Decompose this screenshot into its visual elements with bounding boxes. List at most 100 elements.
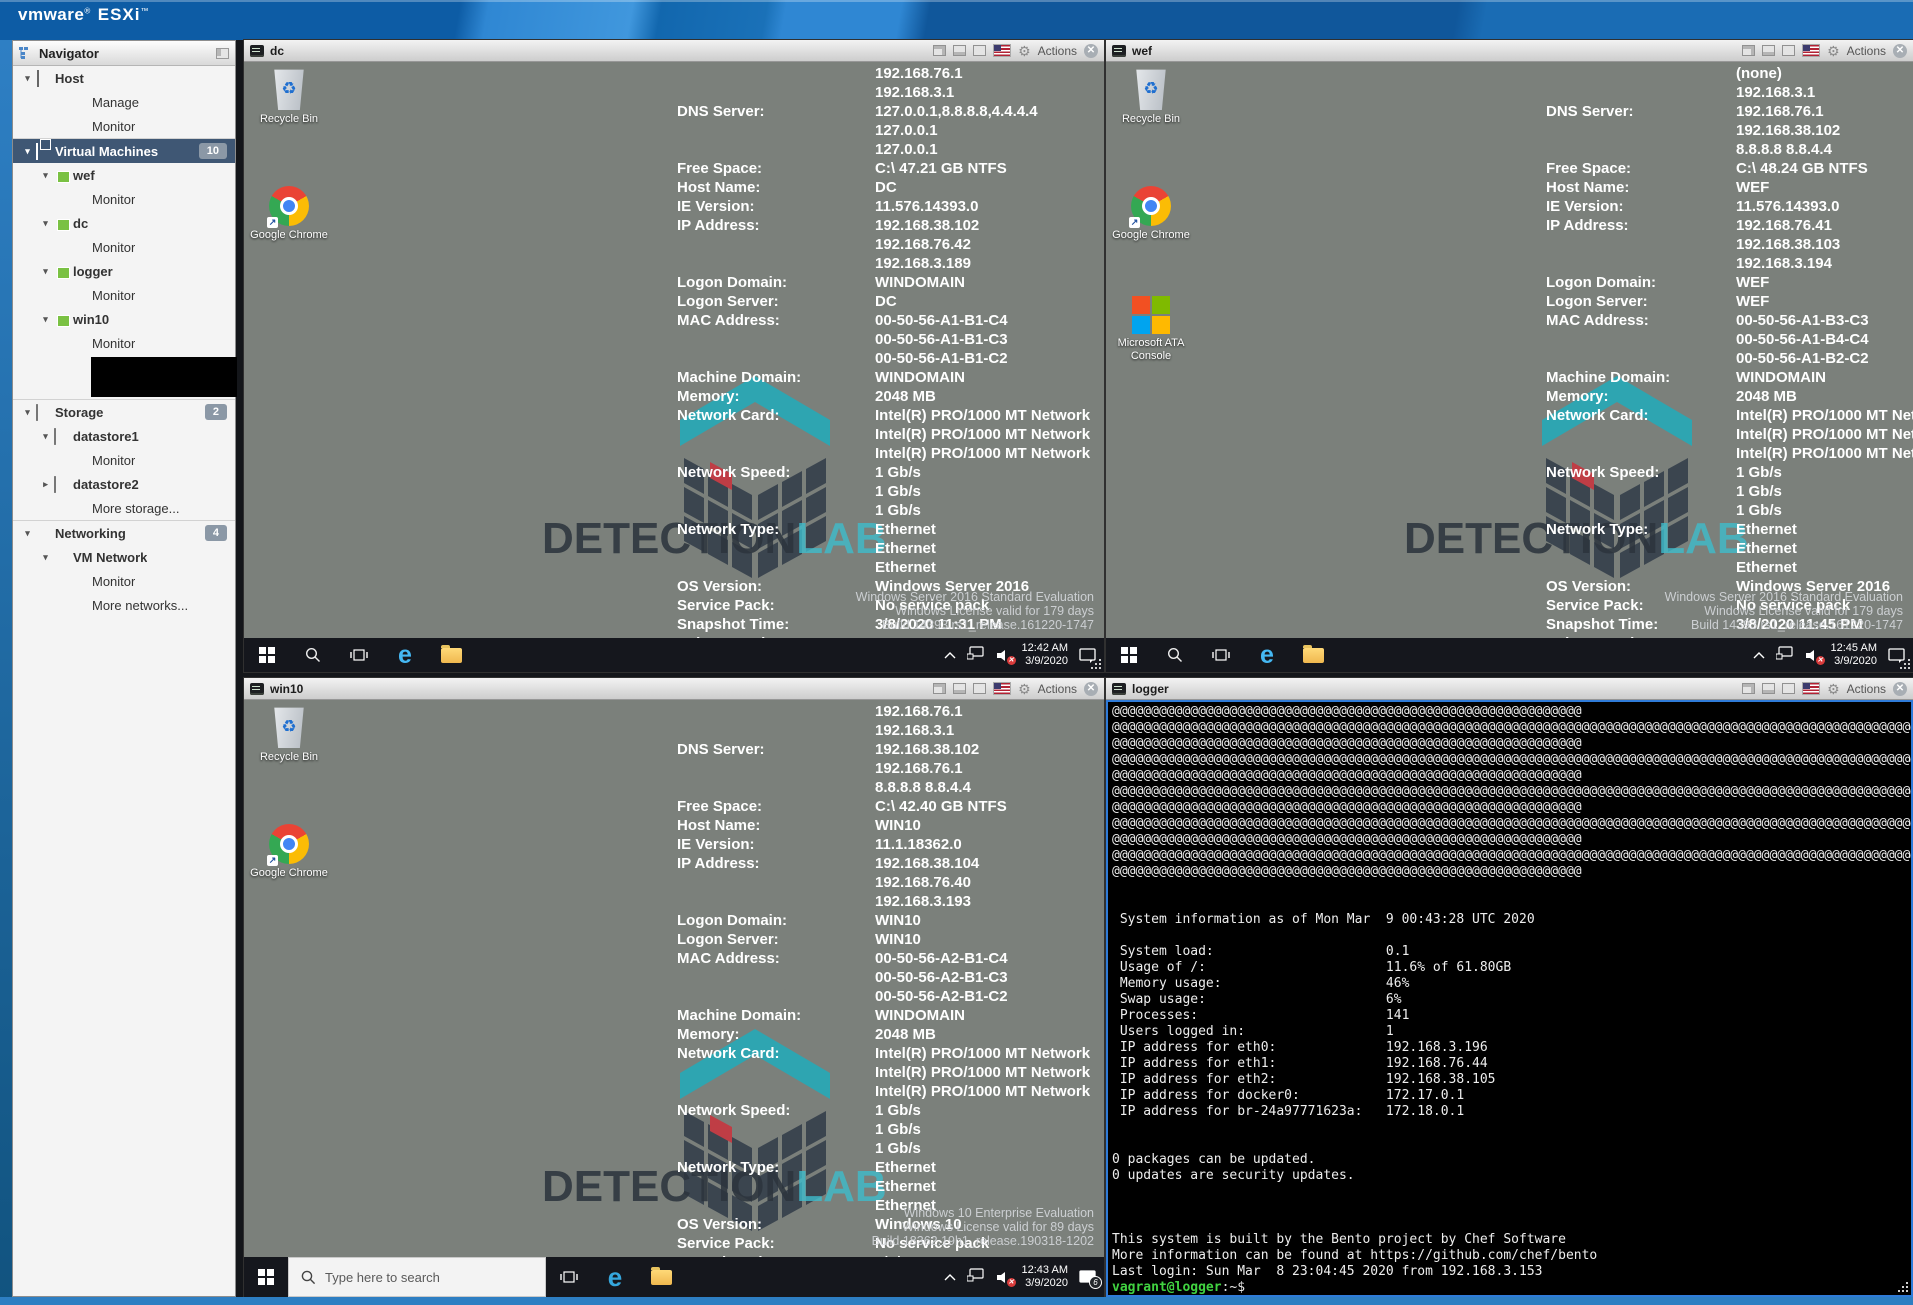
action-center-icon[interactable] <box>1888 648 1905 663</box>
minimize-console-icon[interactable] <box>1762 45 1775 56</box>
wef-titlebar[interactable]: wef ⚙ Actions ✕ <box>1106 40 1913 62</box>
sidebar-item-storage[interactable]: ▾Storage2 <box>13 399 235 424</box>
chrome-desktop-icon[interactable]: ↗Google Chrome <box>250 824 328 880</box>
ata-desktop-icon[interactable]: Microsoft ATA Console <box>1112 296 1190 363</box>
dc-console-screen[interactable]: ♻Recycle Bin↗Google Chrome DETECTIONLAB … <box>244 62 1104 672</box>
edge-icon[interactable]: e <box>592 1257 638 1297</box>
popout-console-icon[interactable] <box>1742 45 1755 56</box>
sidebar-item-logger[interactable]: ▾logger <box>13 259 235 283</box>
sidebar-item-wef[interactable]: ▾wef <box>13 163 235 187</box>
sidebar-item-more-storage-[interactable]: More storage... <box>13 496 235 520</box>
maximize-console-icon[interactable] <box>1782 45 1795 56</box>
task-view-icon[interactable] <box>1198 638 1244 672</box>
sidebar-item-networking[interactable]: ▾Networking4 <box>13 520 235 545</box>
sidebar-item-datastore2[interactable]: ▸datastore2 <box>13 472 235 496</box>
close-icon[interactable]: ✕ <box>1893 44 1907 58</box>
taskbar-search-icon[interactable] <box>1152 638 1198 672</box>
tray-volume-muted-icon[interactable]: ✕ <box>996 649 1011 662</box>
resize-grip[interactable] <box>1906 1290 1908 1292</box>
start-button[interactable] <box>244 1257 288 1297</box>
taskbar-clock[interactable]: 12:43 AM3/9/2020 <box>1022 1264 1068 1290</box>
close-icon[interactable]: ✕ <box>1084 44 1098 58</box>
tray-volume-muted-icon[interactable]: ✕ <box>1805 649 1820 662</box>
chrome-desktop-icon[interactable]: ↗Google Chrome <box>250 186 328 242</box>
action-center-icon[interactable] <box>1079 648 1096 663</box>
resize-grip[interactable] <box>1908 667 1910 669</box>
dc-titlebar[interactable]: dc ⚙ Actions ✕ <box>244 40 1104 62</box>
tray-network-icon[interactable] <box>967 646 985 665</box>
popout-console-icon[interactable] <box>933 683 946 694</box>
file-explorer-icon[interactable] <box>638 1257 684 1297</box>
start-button[interactable] <box>244 638 290 672</box>
esxi-console-page: { "topbar": { "brand": "vmware", "brand_… <box>0 0 1913 1305</box>
gear-icon[interactable]: ⚙ <box>1827 682 1840 696</box>
keyboard-layout-flag-icon[interactable] <box>993 682 1011 695</box>
chrome-desktop-icon[interactable]: ↗Google Chrome <box>1112 186 1190 242</box>
tray-chevron-icon[interactable] <box>1753 646 1765 664</box>
recycle-bin-desktop-icon[interactable]: ♻Recycle Bin <box>250 706 328 764</box>
tray-network-icon[interactable] <box>967 1268 985 1287</box>
actions-menu[interactable]: Actions <box>1847 44 1886 58</box>
action-center-icon[interactable]: 6 <box>1079 1270 1096 1285</box>
sidebar-item-virtual-machines[interactable]: ▾Virtual Machines10 <box>13 138 235 163</box>
sidebar-item-monitor[interactable]: Monitor <box>13 283 235 307</box>
minimize-console-icon[interactable] <box>953 45 966 56</box>
logger-terminal-screen[interactable]: @@@@@@@@@@@@@@@@@@@@@@@@@@@@@@@@@@@@@@@@… <box>1106 700 1913 1297</box>
sidebar-item-win10[interactable]: ▾win10 <box>13 307 235 331</box>
wef-console-screen[interactable]: ♻Recycle Bin ↗Google Chrome Microsoft ATA … <box>1106 62 1913 672</box>
actions-menu[interactable]: Actions <box>1847 682 1886 696</box>
sidebar-item-monitor[interactable]: Monitor <box>13 569 235 593</box>
sidebar-item-monitor[interactable]: Monitor <box>13 235 235 259</box>
popout-console-icon[interactable] <box>1742 683 1755 694</box>
taskbar-search-input[interactable]: Type here to search <box>288 1257 546 1297</box>
keyboard-layout-flag-icon[interactable] <box>1802 44 1820 57</box>
file-explorer-icon[interactable] <box>428 638 474 672</box>
minimize-console-icon[interactable] <box>1762 683 1775 694</box>
file-explorer-icon[interactable] <box>1290 638 1336 672</box>
sidebar-item-monitor[interactable]: Monitor <box>13 448 235 472</box>
sidebar-item-monitor[interactable]: Monitor <box>13 331 235 355</box>
keyboard-layout-flag-icon[interactable] <box>1802 682 1820 695</box>
keyboard-layout-flag-icon[interactable] <box>993 44 1011 57</box>
navigator-pin-icon[interactable] <box>216 48 229 59</box>
task-view-icon[interactable] <box>546 1257 592 1297</box>
start-button[interactable] <box>1106 638 1152 672</box>
win10-console-screen[interactable]: ♻Recycle Bin↗Google Chrome DETECTIONLAB … <box>244 700 1104 1297</box>
maximize-console-icon[interactable] <box>973 683 986 694</box>
sidebar-item-monitor[interactable]: Monitor <box>13 114 235 138</box>
tray-network-icon[interactable] <box>1776 646 1794 665</box>
recycle-bin-desktop-icon[interactable]: ♻Recycle Bin <box>250 68 328 126</box>
popout-console-icon[interactable] <box>933 45 946 56</box>
internet-explorer-icon[interactable]: e <box>1244 638 1290 672</box>
sidebar-item-more-networks-[interactable]: More networks... <box>13 593 235 617</box>
sidebar-item-monitor[interactable]: Monitor <box>13 187 235 211</box>
close-icon[interactable]: ✕ <box>1084 682 1098 696</box>
recycle-bin-desktop-icon[interactable]: ♻Recycle Bin <box>1112 68 1190 126</box>
taskbar-search-icon[interactable] <box>290 638 336 672</box>
sidebar-item-label: win10 <box>73 312 109 327</box>
actions-menu[interactable]: Actions <box>1038 44 1077 58</box>
tray-chevron-icon[interactable] <box>944 1268 956 1286</box>
actions-menu[interactable]: Actions <box>1038 682 1077 696</box>
tray-chevron-icon[interactable] <box>944 646 956 664</box>
gear-icon[interactable]: ⚙ <box>1018 682 1031 696</box>
maximize-console-icon[interactable] <box>1782 683 1795 694</box>
sidebar-item-dc[interactable]: ▾dc <box>13 211 235 235</box>
gear-icon[interactable]: ⚙ <box>1018 44 1031 58</box>
maximize-console-icon[interactable] <box>973 45 986 56</box>
task-view-icon[interactable] <box>336 638 382 672</box>
sidebar-item-manage[interactable]: Manage <box>13 90 235 114</box>
logger-titlebar[interactable]: logger ⚙ Actions ✕ <box>1106 678 1913 700</box>
sidebar-item-vm-network[interactable]: ▾VM Network <box>13 545 235 569</box>
internet-explorer-icon[interactable]: e <box>382 638 428 672</box>
sidebar-item-host[interactable]: ▾Host <box>13 66 235 90</box>
gear-icon[interactable]: ⚙ <box>1827 44 1840 58</box>
sidebar-item-datastore1[interactable]: ▾datastore1 <box>13 424 235 448</box>
taskbar-clock[interactable]: 12:45 AM3/9/2020 <box>1831 642 1877 668</box>
tray-volume-muted-icon[interactable]: ✕ <box>996 1271 1011 1284</box>
resize-grip[interactable] <box>1099 667 1101 669</box>
minimize-console-icon[interactable] <box>953 683 966 694</box>
win10-titlebar[interactable]: win10 ⚙ Actions ✕ <box>244 678 1104 700</box>
taskbar-clock[interactable]: 12:42 AM3/9/2020 <box>1022 642 1068 668</box>
close-icon[interactable]: ✕ <box>1893 682 1907 696</box>
